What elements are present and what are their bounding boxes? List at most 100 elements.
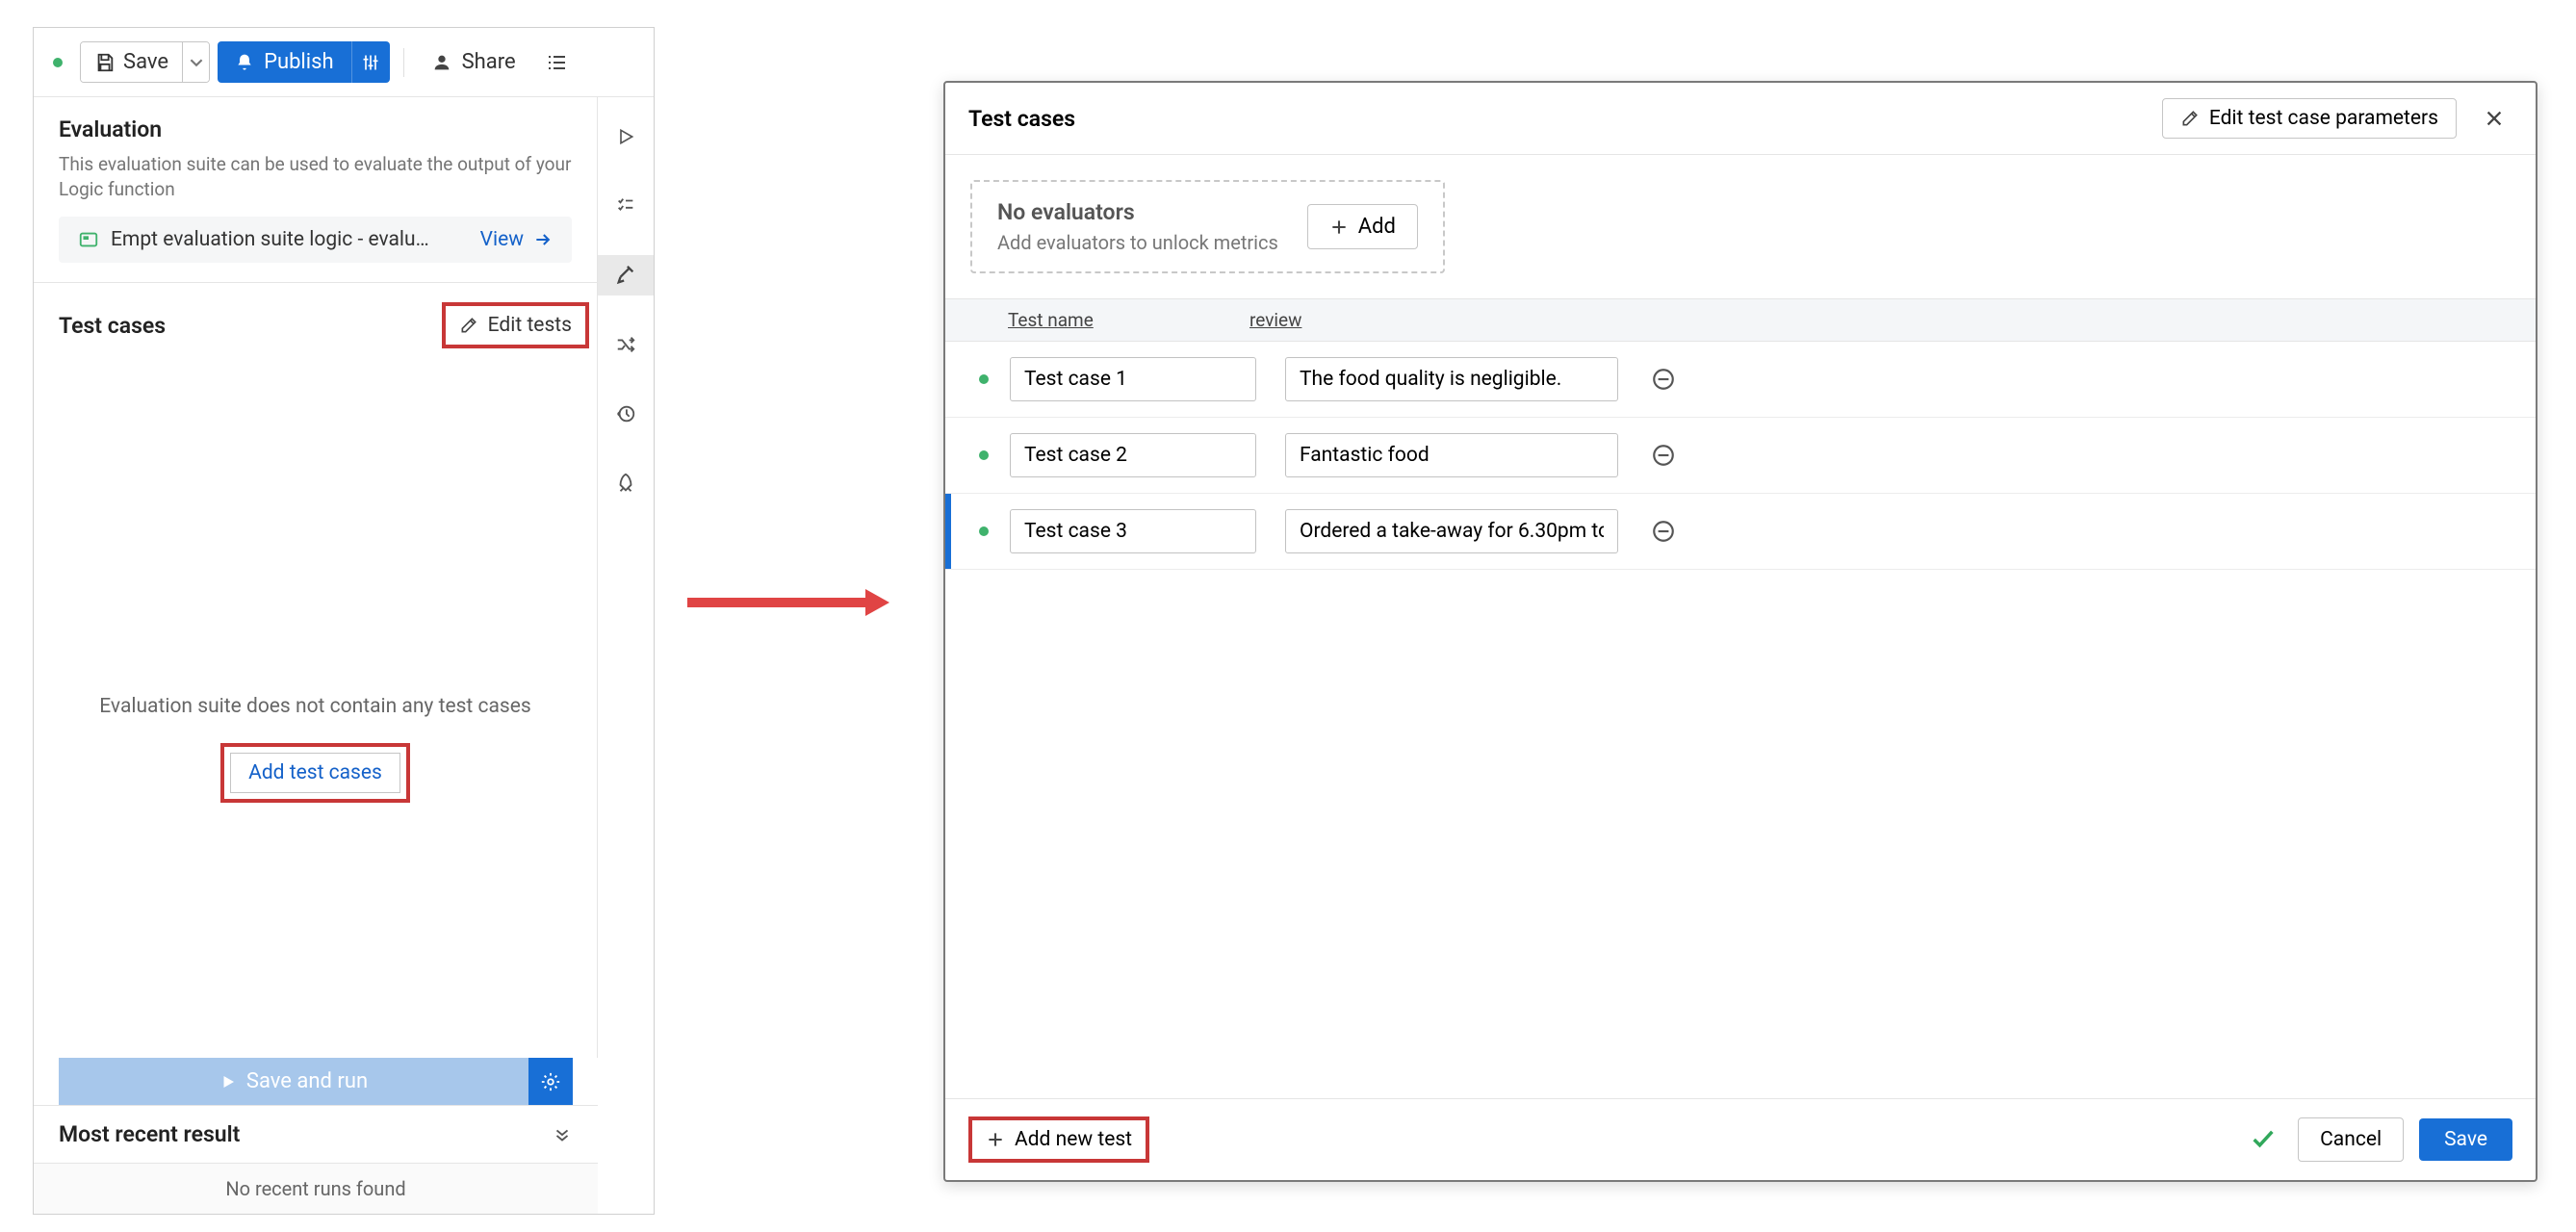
- publish-label: Publish: [264, 50, 334, 74]
- add-test-cases-highlight: Add test cases: [220, 743, 410, 803]
- save-modal-label: Save: [2444, 1128, 2487, 1151]
- edit-test-case-parameters-label: Edit test case parameters: [2209, 107, 2438, 130]
- save-label: Save: [123, 50, 168, 74]
- history-icon: [615, 403, 636, 424]
- edit-test-case-parameters-button[interactable]: Edit test case parameters: [2162, 98, 2457, 139]
- test-name-input[interactable]: [1010, 433, 1256, 477]
- view-link[interactable]: View: [480, 228, 553, 251]
- side-icon-history[interactable]: [598, 394, 654, 434]
- evaluator-text: No evaluators Add evaluators to unlock m…: [997, 199, 1278, 254]
- col-header-name[interactable]: Test name: [945, 309, 1242, 331]
- sliders-icon: [361, 53, 380, 72]
- status-dot: [979, 450, 989, 460]
- remove-circle-icon: [1651, 367, 1676, 392]
- test-name-input[interactable]: [1010, 509, 1256, 553]
- remove-circle-icon: [1651, 519, 1676, 544]
- chevron-double-down-icon: [552, 1124, 573, 1145]
- empty-state: Evaluation suite does not contain any te…: [34, 368, 597, 822]
- checklist-icon: [615, 195, 636, 217]
- panel-footer: Save and run Most recent result No recen…: [34, 1058, 598, 1214]
- recent-result-row[interactable]: Most recent result: [34, 1105, 598, 1164]
- modal-header: Test cases Edit test case parameters: [945, 83, 2536, 155]
- wrench-icon: [615, 265, 636, 286]
- add-new-test-highlight: Add new test: [968, 1116, 1149, 1163]
- remove-row-button[interactable]: [1651, 367, 1676, 392]
- col-header-review[interactable]: review: [1242, 309, 1598, 331]
- arrow-right-icon: [533, 230, 553, 249]
- list-icon: [545, 51, 568, 74]
- panel-body: Evaluation This evaluation suite can be …: [34, 97, 654, 1058]
- side-icon-play[interactable]: [598, 116, 654, 157]
- cancel-label: Cancel: [2320, 1128, 2382, 1151]
- test-row: [945, 342, 2536, 418]
- status-dot: [979, 374, 989, 384]
- review-input[interactable]: [1285, 357, 1618, 401]
- add-test-cases-label: Add test cases: [248, 761, 382, 784]
- test-row: [945, 494, 2536, 570]
- evaluation-desc: This evaluation suite can be used to eva…: [59, 152, 572, 201]
- evaluator-box: No evaluators Add evaluators to unlock m…: [970, 180, 1445, 273]
- view-label: View: [480, 228, 524, 251]
- columns-header: Test name review: [945, 298, 2536, 342]
- evaluation-section: Evaluation This evaluation suite can be …: [34, 97, 597, 283]
- publish-button-group: Publish: [218, 41, 390, 83]
- status-dot: [979, 526, 989, 536]
- no-evaluators-desc: Add evaluators to unlock metrics: [997, 231, 1278, 254]
- save-button[interactable]: Save: [81, 42, 182, 82]
- publish-settings[interactable]: [351, 41, 390, 83]
- recent-empty: No recent runs found: [34, 1164, 598, 1214]
- save-dropdown-caret[interactable]: [182, 42, 209, 82]
- add-new-test-button[interactable]: Add new test: [972, 1120, 1146, 1159]
- save-icon: [94, 52, 116, 73]
- plus-icon: [986, 1130, 1005, 1149]
- test-cases-title: Test cases: [59, 313, 166, 339]
- add-test-cases-button[interactable]: Add test cases: [230, 753, 400, 793]
- add-new-test-label: Add new test: [1015, 1128, 1132, 1151]
- cancel-button[interactable]: Cancel: [2298, 1117, 2404, 1162]
- test-cases-modal: Test cases Edit test case parameters No …: [943, 81, 2537, 1182]
- edit-tests-highlight: Edit tests: [442, 302, 589, 348]
- pencil-icon: [459, 316, 478, 335]
- toolbar: Save Publish Share: [34, 28, 654, 97]
- status-dot: [53, 58, 63, 67]
- empty-message: Evaluation suite does not contain any te…: [53, 695, 578, 718]
- bell-icon: [235, 53, 254, 72]
- gear-icon: [540, 1071, 561, 1092]
- no-evaluators-title: No evaluators: [997, 199, 1278, 225]
- linked-suite-name: Empt evaluation suite logic - evalu…: [111, 228, 469, 251]
- shuffle-icon: [615, 334, 636, 355]
- chevron-down-icon: [190, 56, 203, 69]
- rocket-icon: [615, 473, 636, 494]
- list-button[interactable]: [537, 43, 576, 82]
- add-evaluator-button[interactable]: Add: [1307, 204, 1418, 249]
- test-row: [945, 418, 2536, 494]
- review-input[interactable]: [1285, 509, 1618, 553]
- edit-tests-label: Edit tests: [488, 314, 572, 337]
- save-run-bar: Save and run: [59, 1058, 573, 1105]
- test-rows: [945, 342, 2536, 1098]
- edit-tests-button[interactable]: Edit tests: [446, 306, 585, 345]
- side-icon-rocket[interactable]: [598, 463, 654, 503]
- remove-row-button[interactable]: [1651, 443, 1676, 468]
- save-run-button[interactable]: Save and run: [59, 1058, 528, 1105]
- confirm-check-button[interactable]: [2244, 1120, 2282, 1159]
- modal-title: Test cases: [968, 106, 1075, 132]
- save-button[interactable]: Save: [2419, 1118, 2512, 1161]
- remove-row-button[interactable]: [1651, 519, 1676, 544]
- modal-header-actions: Edit test case parameters: [2162, 98, 2512, 139]
- share-button[interactable]: Share: [418, 42, 529, 82]
- panel-main: Evaluation This evaluation suite can be …: [34, 97, 598, 1058]
- side-icon-checklist[interactable]: [598, 186, 654, 226]
- add-evaluator-label: Add: [1358, 215, 1396, 239]
- side-icon-shuffle[interactable]: [598, 324, 654, 365]
- linked-suite-card[interactable]: Empt evaluation suite logic - evalu… Vie…: [59, 217, 572, 263]
- close-button[interactable]: [2476, 104, 2512, 133]
- check-icon: [2250, 1126, 2277, 1153]
- publish-button[interactable]: Publish: [218, 41, 351, 83]
- review-input[interactable]: [1285, 433, 1618, 477]
- side-icon-rail: [598, 97, 654, 503]
- test-name-input[interactable]: [1010, 357, 1256, 401]
- side-icon-tool[interactable]: [598, 255, 654, 295]
- save-run-settings[interactable]: [528, 1058, 573, 1105]
- share-label: Share: [462, 50, 516, 74]
